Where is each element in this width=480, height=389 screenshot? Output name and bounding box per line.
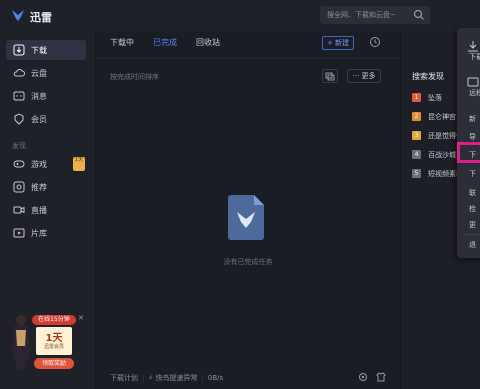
speed-value: 0B/s [207, 374, 224, 382]
sidebar-item-recommend[interactable]: 推荐 [6, 177, 86, 197]
rank-badge: 4 [412, 150, 421, 159]
empty-state-text: 没有已完成任务 [223, 258, 273, 266]
xunlei-logo-icon [12, 10, 24, 21]
cloud-icon [13, 69, 25, 77]
sidebar-item-label: 片库 [31, 229, 47, 238]
bolt-icon: ⚡ [148, 374, 154, 382]
menu-item-4[interactable]: 下 [469, 169, 476, 179]
menu-item-more[interactable]: 更 [469, 220, 476, 230]
download-icon [468, 41, 478, 52]
new-task-button[interactable]: + 新建 [322, 36, 354, 50]
rank-badge: 1 [412, 93, 421, 102]
menu-divider [463, 234, 480, 235]
sidebar-item-label: 下载 [31, 46, 47, 55]
sidebar-item-label: 会员 [31, 115, 47, 124]
promo-banner[interactable]: 在线15分钟 1天 迅雷会员 领取奖励 ✕ [8, 312, 84, 372]
hot-search-label: 昆仑神宫 [428, 113, 456, 121]
download-panel: 下载中 已完成 回收站 + 新建 按完成时间排序 ··· 更多 没有已完成任务 … [96, 32, 400, 389]
game-icon [13, 160, 25, 168]
tab-downloading[interactable]: 下载中 [110, 37, 134, 48]
close-icon[interactable]: ✕ [78, 314, 84, 322]
download-icon [13, 44, 25, 56]
hot-search-label: 百战沙城 [428, 151, 456, 159]
view-icon [325, 72, 335, 81]
sidebar-item-game[interactable]: 游戏 1天 [6, 154, 86, 174]
status-bar: 下载计划 | ⚡ 快鸟提速异常 | 0B/s [110, 374, 224, 382]
promo-card: 1天 迅雷会员 [36, 327, 72, 355]
highlight-box [457, 142, 480, 163]
history-icon[interactable] [369, 36, 381, 48]
search-box[interactable]: 搜全网、下载和云盘~ [320, 6, 430, 24]
rank-badge: 2 [412, 112, 421, 121]
rank-badge: 3 [412, 131, 421, 140]
sidebar-item-film[interactable]: 片库 [6, 223, 86, 243]
menu-item-download[interactable]: 下载 [469, 52, 480, 62]
live-icon [13, 206, 25, 214]
section-label-discover: 发现 [12, 142, 26, 150]
sidebar-item-message[interactable]: 消息 [6, 86, 86, 106]
vip-icon [14, 113, 24, 125]
app-title: 迅雷 [30, 11, 52, 24]
sidebar-item-label: 云盘 [31, 69, 47, 78]
search-discovery-title: 搜索发现 [412, 72, 444, 81]
hot-search-label: 坠落 [428, 94, 442, 102]
empty-file-icon [228, 195, 264, 240]
sidebar-item-label: 游戏 [31, 160, 47, 169]
settings-icon[interactable] [358, 372, 368, 382]
tab-completed[interactable]: 已完成 [153, 37, 177, 48]
sidebar-item-label: 消息 [31, 92, 47, 101]
sidebar-item-live[interactable]: 直播 [6, 200, 86, 220]
search-icon[interactable] [413, 9, 425, 21]
menu-item-exit[interactable]: 退 [469, 240, 476, 250]
view-toggle-button[interactable] [322, 69, 338, 83]
skin-icon[interactable] [376, 372, 386, 382]
title-bar: 迅雷 搜全网、下载和云盘~ [0, 0, 480, 32]
sidebar-item-download[interactable]: 下载 [6, 40, 86, 60]
download-plan-link[interactable]: 下载计划 [110, 374, 138, 382]
speedup-status[interactable]: 快鸟提速异常 [156, 374, 198, 382]
rank-badge: 5 [412, 169, 421, 178]
message-icon [13, 91, 25, 101]
recommend-icon [13, 181, 25, 193]
more-button[interactable]: ··· 更多 [347, 69, 381, 83]
vip-day-badge: 1天 [73, 157, 85, 171]
sidebar-item-label: 推荐 [31, 183, 47, 192]
search-input[interactable]: 搜全网、下载和云盘~ [327, 10, 396, 20]
promo-bubble: 在线15分钟 [32, 315, 76, 325]
claim-reward-button[interactable]: 领取奖励 [34, 358, 74, 369]
menu-item-import[interactable]: 导 [469, 132, 476, 142]
sort-dropdown[interactable]: 按完成时间排序 [110, 72, 159, 82]
remote-icon [467, 77, 479, 87]
promo-days: 1天 [45, 333, 63, 344]
menu-item-5[interactable]: 联 [469, 188, 476, 198]
menu-item-check-update[interactable]: 检 [469, 204, 476, 214]
promo-sub: 迅雷会员 [43, 344, 64, 350]
character-illustration [12, 315, 30, 370]
film-icon [13, 228, 25, 238]
sidebar-item-cloud[interactable]: 云盘 [6, 63, 86, 83]
menu-item-new[interactable]: 新 [469, 114, 476, 124]
divider [96, 58, 400, 59]
menu-item-remote[interactable]: 远程 [469, 88, 480, 98]
sidebar-item-vip[interactable]: 会员 [6, 109, 86, 129]
tab-recycle-bin[interactable]: 回收站 [196, 37, 220, 48]
sidebar-item-label: 直播 [31, 206, 47, 215]
